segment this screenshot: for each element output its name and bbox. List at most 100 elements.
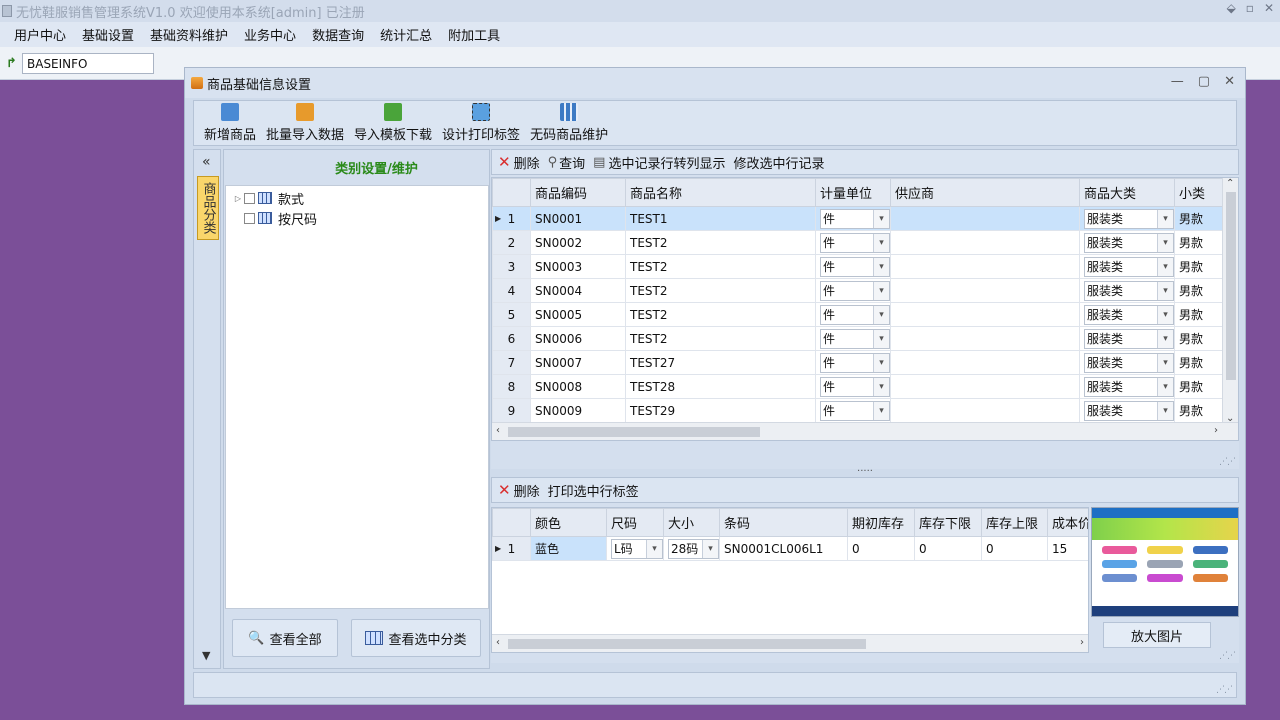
template-download-button[interactable]: 导入模板下载 bbox=[354, 103, 432, 145]
app-close-icon[interactable]: ✕ bbox=[1264, 1, 1274, 15]
row-header[interactable]: 2 bbox=[492, 230, 531, 255]
scroll-right-icon[interactable]: › bbox=[1080, 637, 1084, 648]
cell-category[interactable]: 服装类 ▾ bbox=[1079, 302, 1175, 327]
scroll-up-icon[interactable]: ⌃ bbox=[1226, 178, 1234, 189]
cell-product-name[interactable]: TEST2 bbox=[625, 254, 816, 279]
cell-subcategory[interactable]: 男款 bbox=[1174, 254, 1225, 279]
app-maximize-icon[interactable]: ▫ bbox=[1246, 1, 1254, 15]
tree-checkbox[interactable] bbox=[244, 212, 255, 224]
cell-supplier[interactable] bbox=[890, 302, 1080, 327]
product-row[interactable]: 6 SN0006 TEST2 件 ▾ 服装类 ▾ 男款 bbox=[492, 326, 1225, 351]
cell-product-name[interactable]: TEST29 bbox=[625, 398, 816, 423]
unit-combo[interactable]: 件 ▾ bbox=[820, 376, 890, 397]
variant-grid-hscroll[interactable]: ‹ › bbox=[492, 634, 1088, 652]
unit-combo[interactable]: 件 ▾ bbox=[820, 352, 890, 373]
col-supplier[interactable]: 供应商 bbox=[890, 178, 1080, 207]
cell-stock-max[interactable]: 0 bbox=[981, 536, 1048, 561]
scroll-left-icon[interactable]: ‹ bbox=[496, 637, 500, 648]
col-category[interactable]: 商品大类 bbox=[1079, 178, 1175, 207]
row-header[interactable]: 6 bbox=[492, 326, 531, 351]
cell-unit[interactable]: 件 ▾ bbox=[815, 398, 891, 423]
cell-initial-stock[interactable]: 0 bbox=[847, 536, 915, 561]
cell-unit[interactable]: 件 ▾ bbox=[815, 206, 891, 231]
cell-product-name[interactable]: TEST27 bbox=[625, 350, 816, 375]
tree-node-style[interactable]: ▷ 款式 bbox=[226, 188, 488, 208]
cell-subcategory[interactable]: 男款 bbox=[1174, 350, 1225, 375]
cell-category[interactable]: 服装类 ▾ bbox=[1079, 206, 1175, 231]
cell-cost-price[interactable]: 15 bbox=[1047, 536, 1088, 561]
window-close-icon[interactable]: ✕ bbox=[1224, 74, 1235, 89]
print-label-button[interactable]: 打印选中行标签 bbox=[548, 481, 639, 500]
category-combo[interactable]: 服装类 ▾ bbox=[1084, 256, 1174, 277]
batch-import-button[interactable]: 批量导入数据 bbox=[266, 103, 344, 145]
cell-supplier[interactable] bbox=[890, 254, 1080, 279]
cell-unit[interactable]: 件 ▾ bbox=[815, 254, 891, 279]
design-label-button[interactable]: 设计打印标签 bbox=[442, 103, 520, 145]
cell-supplier[interactable] bbox=[890, 278, 1080, 303]
path-input[interactable] bbox=[22, 53, 154, 74]
col-size[interactable]: 尺码 bbox=[606, 508, 664, 537]
expand-down-icon[interactable]: ▼ bbox=[202, 649, 210, 662]
cell-product-code[interactable]: SN0004 bbox=[530, 278, 626, 303]
chevron-down-icon[interactable]: ▾ bbox=[702, 539, 718, 558]
chevron-down-icon[interactable]: ▾ bbox=[646, 539, 662, 558]
unit-combo[interactable]: 件 ▾ bbox=[820, 328, 890, 349]
col-barcode[interactable]: 条码 bbox=[719, 508, 848, 537]
unit-combo[interactable]: 件 ▾ bbox=[820, 208, 890, 229]
col-subcategory[interactable]: 小类 bbox=[1174, 178, 1225, 207]
chevron-down-icon[interactable]: ▾ bbox=[1157, 281, 1173, 300]
panel-splitter[interactable]: ..... bbox=[491, 464, 1239, 476]
expand-arrow-icon[interactable]: ▷ bbox=[232, 194, 244, 203]
window-maximize-icon[interactable]: ▢ bbox=[1198, 74, 1210, 89]
chevron-down-icon[interactable]: ▾ bbox=[873, 209, 889, 228]
cell-product-name[interactable]: TEST2 bbox=[625, 326, 816, 351]
category-tab[interactable]: 商品分类 bbox=[197, 176, 219, 240]
chevron-down-icon[interactable]: ▾ bbox=[873, 281, 889, 300]
tree-checkbox[interactable] bbox=[244, 192, 255, 204]
cell-product-code[interactable]: SN0008 bbox=[530, 374, 626, 399]
col-cost-price[interactable]: 成本价 bbox=[1047, 508, 1088, 537]
col-product-name[interactable]: 商品名称 bbox=[625, 178, 816, 207]
row-header[interactable]: 3 bbox=[492, 254, 531, 279]
chevron-down-icon[interactable]: ▾ bbox=[1157, 377, 1173, 396]
collapse-left-icon[interactable]: « bbox=[202, 154, 211, 170]
product-row[interactable]: 7 SN0007 TEST27 件 ▾ 服装类 ▾ 男款 bbox=[492, 350, 1225, 375]
chevron-down-icon[interactable]: ▾ bbox=[873, 233, 889, 252]
view-all-button[interactable]: 🔍 查看全部 bbox=[232, 619, 338, 657]
row-header[interactable]: 7 bbox=[492, 350, 531, 375]
chevron-down-icon[interactable]: ▾ bbox=[873, 329, 889, 348]
row-header[interactable]: 8 bbox=[492, 374, 531, 399]
cell-supplier[interactable] bbox=[890, 350, 1080, 375]
cell-product-code[interactable]: SN0003 bbox=[530, 254, 626, 279]
chevron-down-icon[interactable]: ▾ bbox=[1157, 329, 1173, 348]
cell-category[interactable]: 服装类 ▾ bbox=[1079, 230, 1175, 255]
row-header[interactable]: 4 bbox=[492, 278, 531, 303]
cell-product-name[interactable]: TEST28 bbox=[625, 374, 816, 399]
cell-category[interactable]: 服装类 ▾ bbox=[1079, 374, 1175, 399]
chevron-down-icon[interactable]: ▾ bbox=[1157, 353, 1173, 372]
cell-category[interactable]: 服装类 ▾ bbox=[1079, 326, 1175, 351]
row-header[interactable]: ▶ 1 bbox=[492, 206, 531, 231]
cell-product-code[interactable]: SN0007 bbox=[530, 350, 626, 375]
tree-node-size[interactable]: 按尺码 bbox=[226, 208, 488, 228]
product-grid-hscroll[interactable]: ‹ › bbox=[492, 422, 1238, 440]
category-combo[interactable]: 服装类 ▾ bbox=[1084, 400, 1174, 421]
col-initial-stock[interactable]: 期初库存 bbox=[847, 508, 915, 537]
category-combo[interactable]: 服装类 ▾ bbox=[1084, 280, 1174, 301]
query-button[interactable]: ⚲ 查询 bbox=[548, 153, 586, 172]
category-combo[interactable]: 服装类 ▾ bbox=[1084, 376, 1174, 397]
zoom-image-button[interactable]: 放大图片 bbox=[1103, 622, 1211, 648]
go-arrow-icon[interactable]: ↱ bbox=[6, 56, 17, 71]
add-product-button[interactable]: 新增商品 bbox=[204, 103, 256, 145]
unit-combo[interactable]: 件 ▾ bbox=[820, 232, 890, 253]
cell-unit[interactable]: 件 ▾ bbox=[815, 230, 891, 255]
cell-category[interactable]: 服装类 ▾ bbox=[1079, 254, 1175, 279]
scroll-thumb[interactable] bbox=[1226, 192, 1236, 380]
menu-basic-settings[interactable]: 基础设置 bbox=[74, 25, 142, 44]
cell-category[interactable]: 服装类 ▾ bbox=[1079, 398, 1175, 423]
chevron-down-icon[interactable]: ▾ bbox=[873, 353, 889, 372]
cell-unit[interactable]: 件 ▾ bbox=[815, 374, 891, 399]
cell-barcode[interactable]: SN0001CL006L1 bbox=[719, 536, 848, 561]
cell-supplier[interactable] bbox=[890, 206, 1080, 231]
row-header[interactable]: 5 bbox=[492, 302, 531, 327]
